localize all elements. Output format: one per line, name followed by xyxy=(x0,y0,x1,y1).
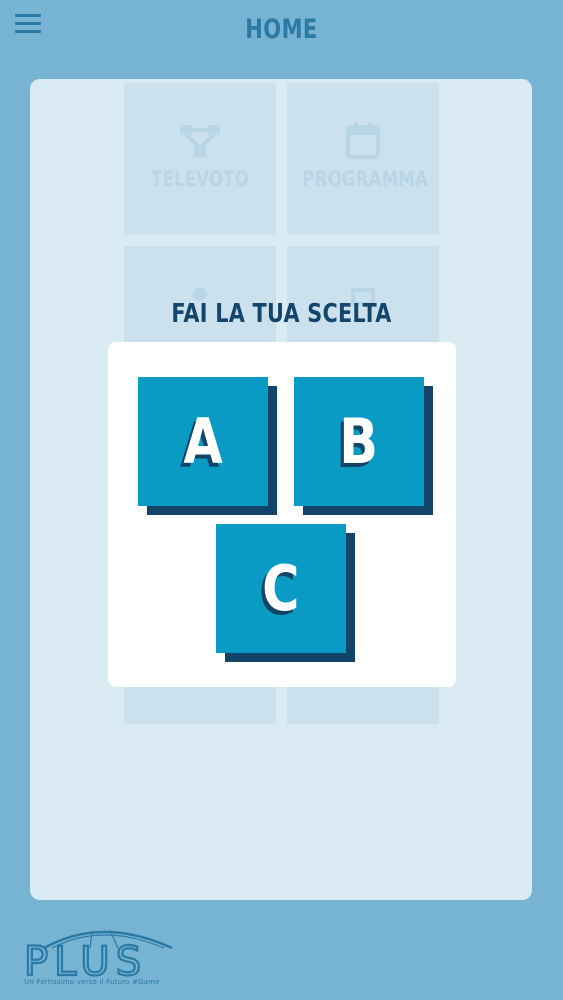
tile-televoto[interactable]: TELEVOTO xyxy=(124,83,276,235)
dialog-title: FAI LA TUA SCELTA xyxy=(171,299,392,329)
calendar-icon xyxy=(346,122,380,159)
hamburger-menu-icon[interactable] xyxy=(15,14,41,36)
choice-label: B xyxy=(339,405,379,478)
top-bar: HOME xyxy=(0,0,563,68)
tile-label: TELEVOTO xyxy=(151,167,249,191)
choice-dialog: A B C xyxy=(108,342,456,687)
network-icon xyxy=(180,125,220,157)
choice-a-button[interactable]: A xyxy=(138,377,278,515)
tile-programma[interactable]: PROGRAMMA xyxy=(287,83,439,235)
choice-c-button[interactable]: C xyxy=(216,524,356,662)
choice-b-button[interactable]: B xyxy=(294,377,434,515)
logo-tagline: Un Fortissimo verso il Futuro #Game xyxy=(24,978,160,986)
page-title: HOME xyxy=(245,14,318,45)
choice-label: A xyxy=(183,405,223,478)
tile-label: PROGRAMMA xyxy=(302,167,428,191)
choice-label: C xyxy=(262,552,300,625)
